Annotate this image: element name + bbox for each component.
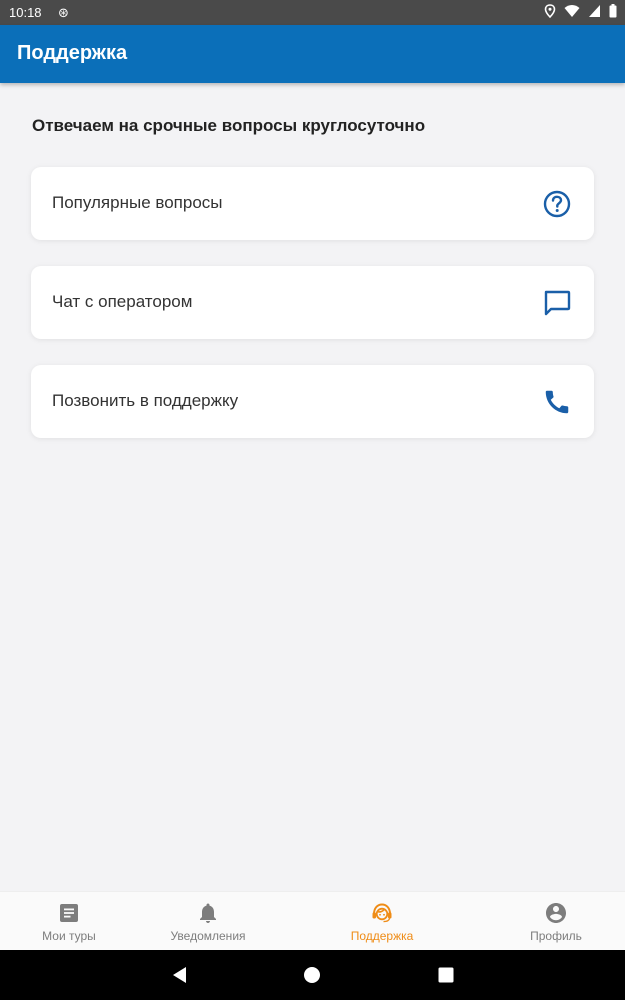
bell-icon xyxy=(200,903,216,923)
support-content: Отвечаем на срочные вопросы круглосуточн… xyxy=(0,83,625,891)
nav-item-notifications[interactable]: Уведомления xyxy=(148,892,268,951)
phone-icon xyxy=(545,390,569,414)
nav-label: Профиль xyxy=(530,929,582,943)
card-label: Популярные вопросы xyxy=(52,193,223,212)
app-bar: Поддержка xyxy=(0,25,625,83)
bottom-navigation: Мои туры Уведомления Поддержка Профиль xyxy=(0,891,625,951)
nav-item-my-tours[interactable]: Мои туры xyxy=(9,892,129,951)
status-icons xyxy=(544,4,617,18)
document-icon xyxy=(60,904,78,922)
account-circle-icon xyxy=(546,903,566,923)
recent-apps-icon[interactable] xyxy=(436,965,456,985)
system-navigation-bar xyxy=(0,950,625,1000)
nav-label: Поддержка xyxy=(350,929,414,943)
card-label: Позвонить в поддержку xyxy=(52,391,239,410)
status-time: 10:18 xyxy=(9,5,42,20)
help-circle-icon xyxy=(543,190,571,218)
home-icon[interactable] xyxy=(302,965,322,985)
status-bar: 10:18 ⊛ xyxy=(0,0,625,25)
wifi-icon xyxy=(564,5,580,17)
nav-label: Мои туры xyxy=(42,929,96,943)
location-icon xyxy=(544,4,556,18)
chat-icon xyxy=(544,290,571,316)
support-headline: Отвечаем на срочные вопросы круглосуточн… xyxy=(32,116,426,135)
nav-item-profile[interactable]: Профиль xyxy=(496,892,616,951)
operator-chat-card[interactable]: Чат с оператором xyxy=(31,266,594,339)
popular-questions-card[interactable]: Популярные вопросы xyxy=(31,167,594,240)
call-support-card[interactable]: Позвонить в поддержку xyxy=(31,365,594,438)
card-label: Чат с оператором xyxy=(52,292,193,311)
page-title: Поддержка xyxy=(17,42,128,64)
nav-item-support[interactable]: Поддержка xyxy=(322,892,442,951)
support-agent-icon xyxy=(372,903,392,923)
nav-label: Уведомления xyxy=(170,929,246,943)
battery-icon xyxy=(609,4,617,18)
signal-icon xyxy=(589,5,600,17)
sync-icon: ⊛ xyxy=(58,5,69,20)
back-icon[interactable] xyxy=(170,965,190,985)
